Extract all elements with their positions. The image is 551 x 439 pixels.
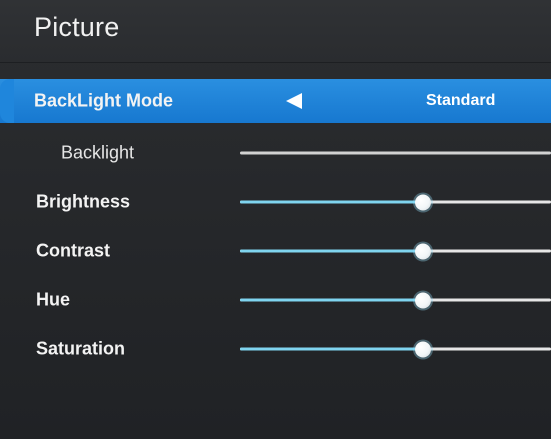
contrast-slider-track[interactable] bbox=[240, 243, 551, 259]
left-triangle-icon[interactable] bbox=[286, 93, 302, 109]
page-title: Picture bbox=[34, 12, 120, 42]
menu-row-backlight-mode[interactable]: BackLight Mode Standard bbox=[0, 79, 551, 123]
menu-row-brightness[interactable]: Brightness bbox=[0, 177, 551, 227]
backlight-mode-value: Standard bbox=[426, 92, 496, 109]
brightness-slider-track[interactable] bbox=[240, 194, 551, 210]
saturation-slider-track[interactable] bbox=[240, 341, 551, 357]
hue-slider-knob[interactable] bbox=[415, 292, 432, 308]
hue-slider-fill bbox=[240, 298, 424, 302]
saturation-label: Saturation bbox=[36, 338, 126, 359]
menu-row-backlight[interactable]: Backlight bbox=[0, 128, 551, 178]
backlight-label: Backlight bbox=[61, 142, 135, 163]
menu-row-contrast[interactable]: Contrast bbox=[0, 226, 551, 276]
hue-label: Hue bbox=[36, 289, 71, 310]
brightness-slider-fill bbox=[240, 200, 424, 204]
hue-slider-track[interactable] bbox=[240, 292, 551, 308]
contrast-label: Contrast bbox=[36, 240, 111, 261]
contrast-slider-fill bbox=[240, 249, 424, 253]
saturation-slider-fill bbox=[240, 347, 424, 351]
contrast-slider-knob[interactable] bbox=[415, 243, 432, 259]
backlight-slider-track[interactable] bbox=[240, 151, 551, 155]
brightness-label: Brightness bbox=[36, 191, 131, 212]
backlight-mode-label: BackLight Mode bbox=[34, 90, 174, 111]
picture-settings-screen: Picture BackLight Mode Standard Backligh… bbox=[0, 0, 551, 439]
menu-row-hue[interactable]: Hue bbox=[0, 275, 551, 325]
menu-row-saturation[interactable]: Saturation bbox=[0, 324, 551, 374]
saturation-slider-knob[interactable] bbox=[415, 341, 432, 357]
brightness-slider-knob[interactable] bbox=[415, 194, 432, 210]
header-bar: Picture bbox=[0, 0, 551, 63]
